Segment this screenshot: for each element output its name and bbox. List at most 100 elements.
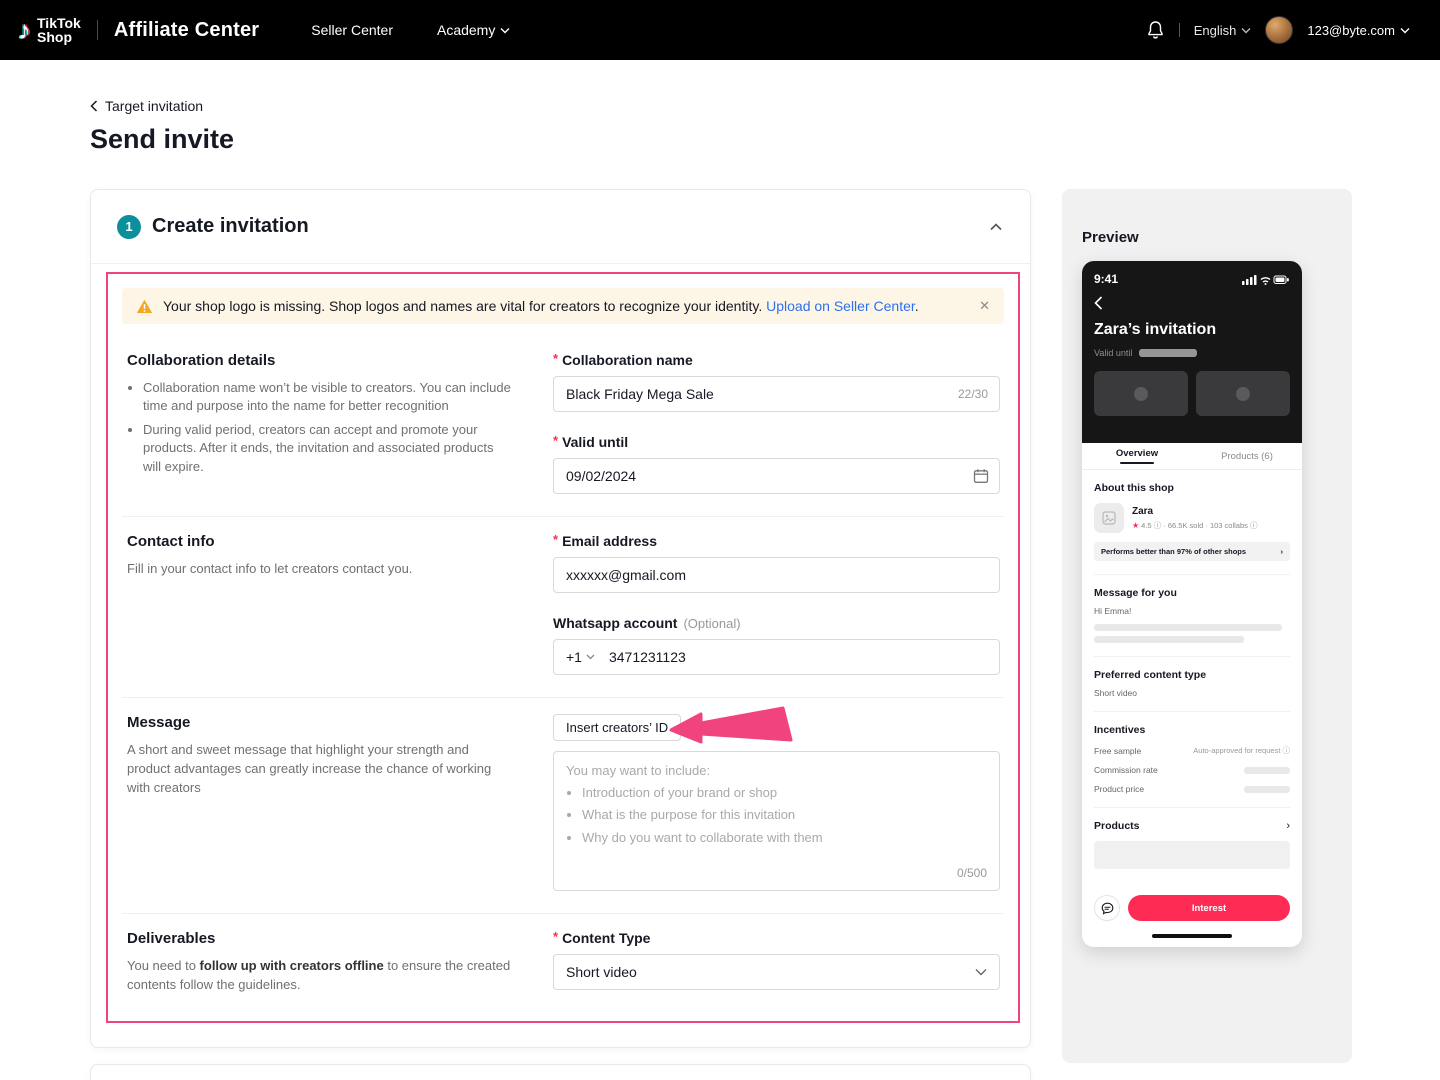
collaboration-details-section: Collaboration details Collaboration name…	[122, 336, 1004, 517]
placeholder-bar	[1139, 349, 1198, 357]
tab-products: Products (6)	[1221, 450, 1273, 462]
warning-banner: Your shop logo is missing. Shop logos an…	[122, 288, 1004, 324]
about-shop-section: About this shop Zara ★ 4.5 ⓘ · 66.5K sol…	[1094, 470, 1290, 575]
chevron-down-icon	[1400, 27, 1410, 34]
card-title: Create invitation	[152, 215, 309, 237]
whatsapp-phone-value: 3471231123	[608, 649, 686, 665]
create-invitation-card: 1 Create invitation Your shop logo is mi…	[90, 189, 1031, 1048]
chat-icon	[1094, 895, 1120, 921]
whatsapp-country-select[interactable]: +1	[566, 649, 595, 665]
chevron-right-icon: ›	[1286, 820, 1290, 832]
card-header: 1 Create invitation	[91, 190, 1030, 264]
primary-nav: Seller Center Academy	[311, 22, 510, 38]
field-label: * Collaboration name	[553, 351, 693, 368]
chevron-down-icon	[500, 27, 510, 34]
deliverables-section: Deliverables You need to follow up with …	[122, 914, 1004, 1021]
chevron-down-icon	[975, 968, 987, 976]
message-section: Message A short and sweet message that h…	[122, 698, 1004, 914]
user-avatar[interactable]	[1265, 16, 1294, 44]
content-type-select[interactable]: Short video	[553, 954, 1000, 990]
account-menu[interactable]: 123@byte.com	[1307, 23, 1410, 38]
name-counter: 22/30	[957, 387, 988, 401]
section-title: Contact info	[127, 533, 215, 550]
message-textarea[interactable]: You may want to include: Introduction of…	[553, 751, 1000, 891]
chevron-down-icon	[1241, 27, 1251, 34]
greeting-text: Hi Emma!	[1094, 606, 1132, 616]
chevron-down-icon	[586, 654, 595, 660]
phone-tabs: Overview Products (6)	[1082, 443, 1302, 470]
content-type-title: Preferred content type	[1094, 669, 1207, 681]
step-badge: 1	[117, 214, 141, 239]
chevron-right-icon: ›	[1280, 547, 1284, 556]
placeholder-bar	[1094, 624, 1282, 631]
placeholder-intro: You may want to include:	[566, 763, 711, 778]
whatsapp-input[interactable]: +1 3471231123	[553, 639, 1000, 675]
field-label: * Content Type	[553, 929, 651, 946]
message-for-you-title: Message for you	[1094, 587, 1177, 599]
contact-info-section: Contact info Fill in your contact info t…	[122, 517, 1004, 698]
section-bullets: Collaboration name won’t be visible to c…	[143, 379, 515, 476]
affiliate-center-title: Affiliate Center	[113, 18, 260, 41]
language-selector[interactable]: English	[1194, 23, 1252, 38]
home-indicator	[1152, 934, 1232, 938]
section-description: A short and sweet message that highlight…	[127, 742, 492, 795]
content-type-value: Short video	[1094, 688, 1137, 698]
message-counter: 0/500	[956, 866, 987, 881]
field-label: Whatsapp account (Optional)	[553, 615, 741, 631]
placeholder-circle	[1134, 386, 1148, 401]
about-shop-title: About this shop	[1094, 482, 1174, 494]
nav-divider	[1178, 23, 1180, 37]
nav-seller-center[interactable]: Seller Center	[311, 22, 393, 38]
incentive-row: Product price	[1094, 784, 1290, 794]
insert-creators-id-button[interactable]: Insert creators’ ID	[553, 714, 682, 741]
warning-close-icon[interactable]: ✕	[979, 298, 990, 314]
required-marker: *	[553, 351, 559, 366]
product-tile	[1094, 371, 1188, 416]
interest-button: Interest	[1128, 895, 1290, 921]
phone-header: 9:41 Zara’s invitation Valid until	[1082, 261, 1302, 443]
placeholder-block	[1094, 841, 1290, 869]
section-title: Message	[127, 714, 191, 731]
valid-until-label: Valid until	[1094, 348, 1133, 358]
section-title: Deliverables	[127, 930, 216, 947]
invitation-title: Zara’s invitation	[1094, 321, 1217, 338]
phone-actions: Interest	[1094, 886, 1290, 921]
nav-academy[interactable]: Academy	[437, 22, 510, 38]
tiktok-shop-logo[interactable]: ♪ TikTok Shop	[18, 14, 81, 45]
phone-back-icon	[1094, 296, 1290, 310]
annotation-arrow	[669, 704, 795, 753]
section-title: Collaboration details	[127, 352, 276, 369]
status-time: 9:41	[1094, 272, 1119, 286]
warning-icon	[136, 299, 153, 314]
notification-bell-icon[interactable]	[1146, 20, 1165, 40]
warning-link[interactable]: Upload on Seller Center	[766, 298, 915, 314]
page-title: Send invite	[90, 124, 235, 154]
incentive-row: Commission rate	[1094, 765, 1290, 775]
placeholder-bar	[1244, 766, 1290, 774]
collaboration-name-input[interactable]	[553, 376, 1000, 412]
required-marker: *	[553, 532, 559, 547]
calendar-icon[interactable]	[973, 468, 989, 484]
collapse-chevron-icon[interactable]	[988, 219, 1004, 235]
incentive-row: Free sample Auto-approved for request ⓘ	[1094, 745, 1290, 756]
back-link[interactable]: Target invitation	[90, 98, 203, 114]
required-marker: *	[553, 929, 559, 944]
image-icon	[1102, 511, 1116, 525]
logo-text: TikTok Shop	[37, 14, 81, 45]
shop-rating: ★ 4.5 ⓘ · 66.5K sold · 103 collabs ⓘ	[1132, 520, 1258, 530]
preview-panel: Preview 9:41 Zara’s invitation Valid unt…	[1062, 189, 1352, 1063]
placeholder-circle	[1236, 386, 1250, 401]
status-icons	[1242, 274, 1290, 285]
field-label: * Valid until	[553, 433, 629, 450]
email-input[interactable]	[553, 557, 1000, 593]
preview-title: Preview	[1082, 229, 1139, 246]
phone-mockup: 9:41 Zara’s invitation Valid until Overv…	[1082, 261, 1302, 947]
placeholder-bar	[1094, 636, 1244, 643]
warning-text: Your shop logo is missing. Shop logos an…	[163, 298, 919, 314]
field-label: * Email address	[553, 532, 657, 549]
incentives-section: Incentives Free sample Auto-approved for…	[1094, 712, 1290, 808]
section-description: You need to follow up with creators offl…	[127, 958, 511, 992]
valid-until-input[interactable]	[553, 458, 1000, 494]
star-icon: ★	[1132, 520, 1140, 530]
products-title: Products	[1094, 820, 1140, 832]
